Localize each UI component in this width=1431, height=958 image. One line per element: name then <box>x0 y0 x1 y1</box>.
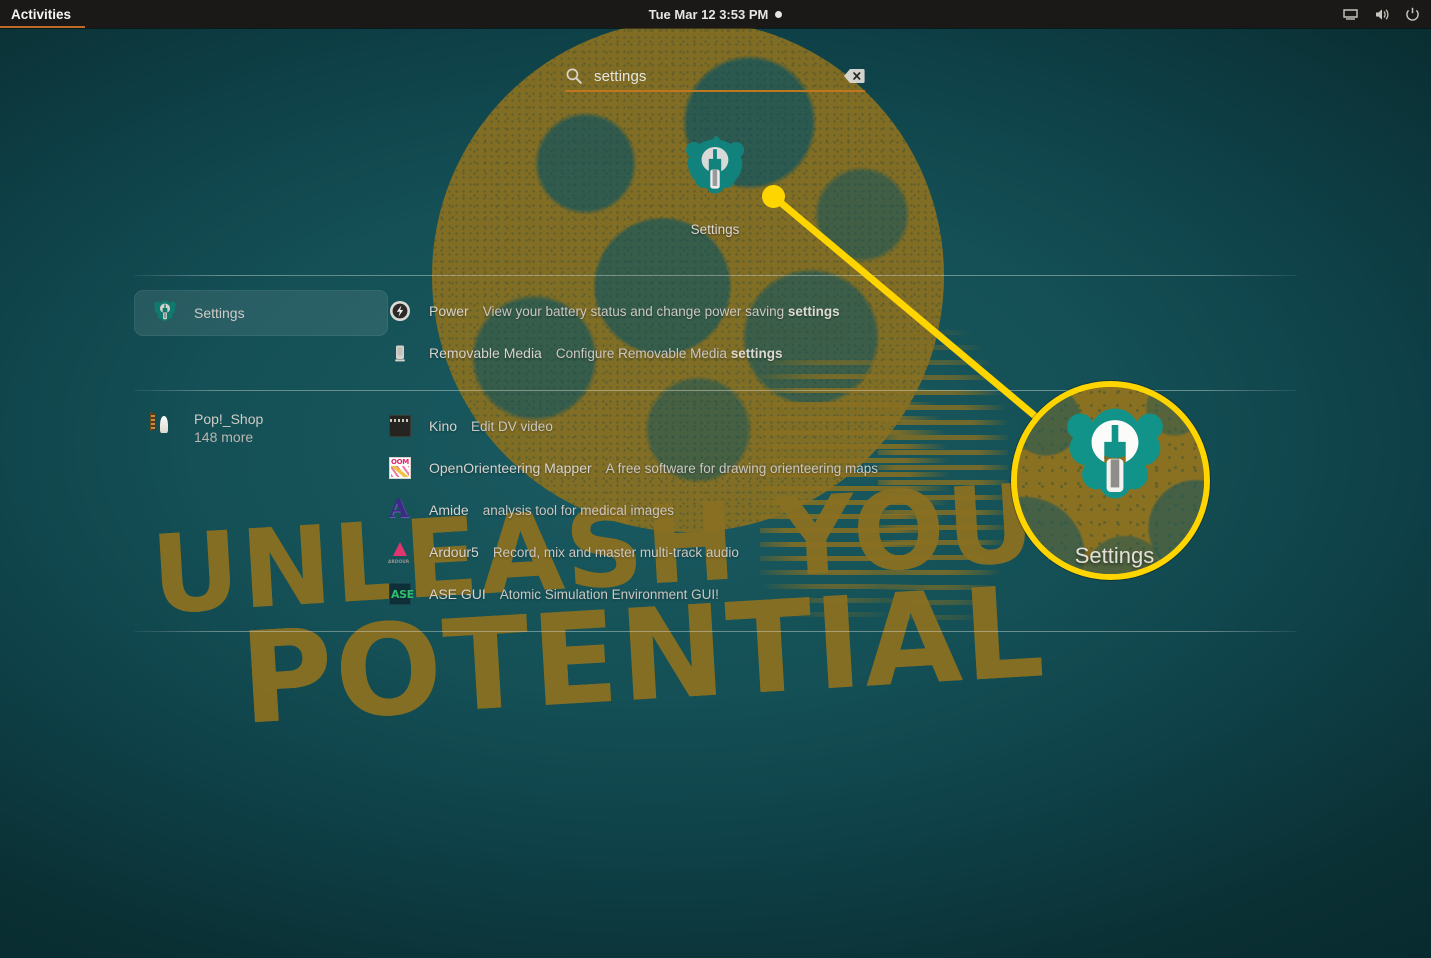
result-name: Amide <box>429 502 469 518</box>
pop-shop-rocket-icon <box>150 412 180 443</box>
section-header-pop-shop: Pop!_Shop 148 more <box>134 405 388 451</box>
section-header-title: Pop!_Shop <box>194 411 264 427</box>
top-hit-label: Settings <box>690 222 740 237</box>
search-input-value: settings <box>594 67 647 85</box>
settings-gear-wrench-icon <box>675 132 755 212</box>
result-description: Atomic Simulation Environment GUI! <box>499 586 719 602</box>
section-header-subtitle: 148 more <box>194 429 254 445</box>
result-name: Kino <box>429 418 458 434</box>
openorienteering-mapper-icon <box>388 456 412 480</box>
result-description: Edit DV video <box>471 418 553 434</box>
top-bar: Activities Tue Mar 12 3:53 PM <box>0 0 1431 28</box>
activities-button[interactable]: Activities <box>0 0 86 28</box>
result-section-settings: Settings Power View your battery status … <box>134 275 1297 390</box>
ardour-triangle-icon <box>388 540 412 564</box>
clock-button[interactable]: Tue Mar 12 3:53 PM <box>649 7 783 22</box>
clock-label: Tue Mar 12 3:53 PM <box>648 6 769 22</box>
result-name: OpenOrienteering Mapper <box>429 460 592 476</box>
desktop-overview: UNLEASH YOUR POTENTIAL Activities Tue Ma… <box>0 0 1431 958</box>
callout-hotspot-dot <box>762 185 785 208</box>
result-name: Removable Media <box>429 345 542 361</box>
notification-dot-icon <box>775 10 783 18</box>
settings-gear-wrench-icon <box>150 298 180 328</box>
power-bolt-icon <box>388 299 412 323</box>
section-header-button-pop-shop[interactable]: Pop!_Shop 148 more <box>134 405 388 451</box>
result-description: Record, mix and master multi-track audio <box>492 544 739 560</box>
section-divider-bottom <box>134 631 1297 632</box>
ase-gui-icon <box>388 582 414 606</box>
section-header-title: Settings <box>194 305 245 321</box>
power-icon[interactable] <box>1404 6 1421 23</box>
result-name: Power <box>429 303 469 319</box>
magnifier-content: Settings <box>1017 387 1204 569</box>
result-list-settings: Power View your battery status and chang… <box>388 290 1297 374</box>
magnifier-callout: Settings <box>1011 381 1210 580</box>
result-description: analysis tool for medical images <box>482 502 675 518</box>
result-row-power[interactable]: Power View your battery status and chang… <box>388 290 1297 332</box>
activities-label: Activities <box>11 6 72 22</box>
section-header-button-settings[interactable]: Settings <box>134 290 388 336</box>
removable-media-usb-icon <box>388 341 412 365</box>
clear-backspace-icon[interactable] <box>843 68 865 84</box>
kino-clapperboard-icon <box>388 414 412 438</box>
top-hit-settings[interactable]: Settings <box>655 132 775 237</box>
amide-letter-a-icon <box>388 496 412 522</box>
section-header-settings: Settings <box>134 290 388 336</box>
result-description: A free software for drawing orienteering… <box>605 460 879 476</box>
result-row-removable-media[interactable]: Removable Media Configure Removable Medi… <box>388 332 1297 374</box>
search-icon <box>565 67 583 85</box>
result-name: Ardour5 <box>429 544 479 560</box>
clock-area: Tue Mar 12 3:53 PM <box>0 0 1431 28</box>
result-description: Configure Removable Media settings <box>555 345 783 361</box>
display-icon[interactable] <box>1342 6 1359 23</box>
magnifier-label: Settings <box>1074 543 1155 568</box>
volume-icon[interactable] <box>1373 6 1390 23</box>
result-description: View your battery status and change powe… <box>482 303 840 319</box>
settings-gear-wrench-icon <box>1049 397 1181 529</box>
result-row-ase-gui[interactable]: ASE GUI Atomic Simulation Environment GU… <box>388 573 1297 615</box>
result-name: ASE GUI <box>429 586 486 602</box>
search-input[interactable]: settings <box>565 62 865 92</box>
system-tray <box>1342 0 1421 28</box>
